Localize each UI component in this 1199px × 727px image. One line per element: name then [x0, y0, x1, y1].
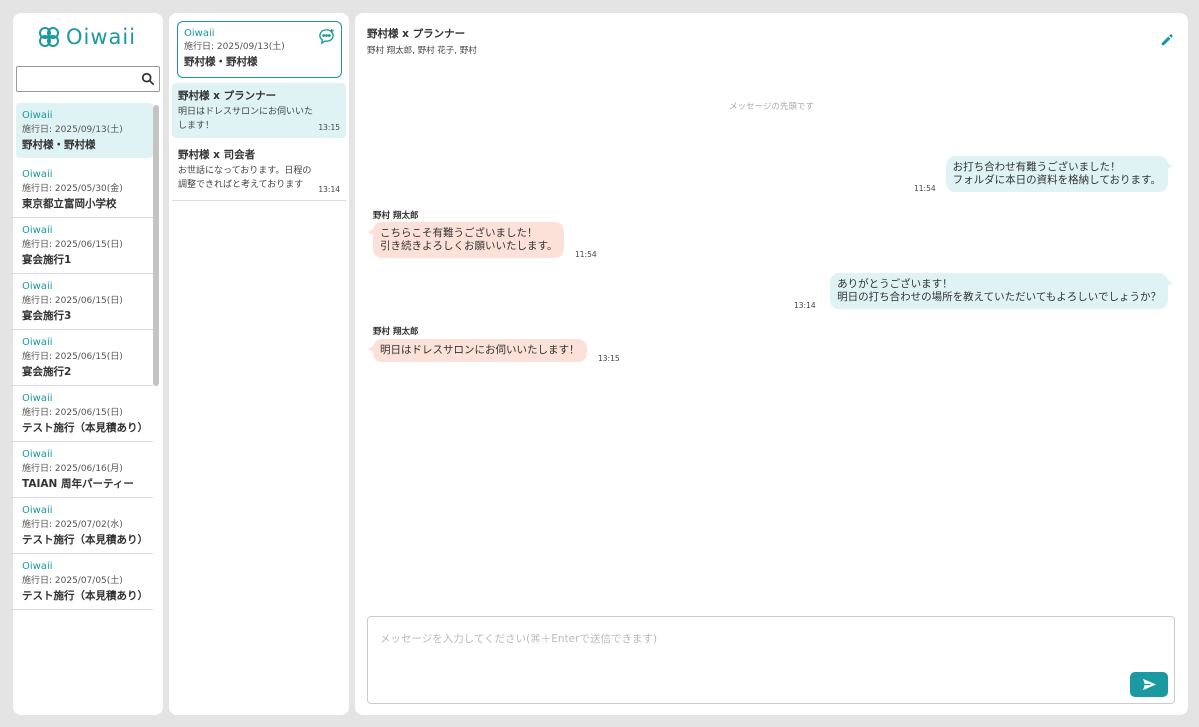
project-item[interactable]: Oiwaii 施行日: 2025/09/13(土) 野村様・野村様 — [16, 103, 153, 158]
group-org: Oiwaii — [184, 28, 215, 39]
room-title: 野村様 x プランナー — [178, 90, 277, 102]
project-org: Oiwaii — [22, 281, 53, 292]
message-bubble-incoming: こちらこそ有難うございました！ 引き続きよろしくお願いいたします。 — [367, 222, 565, 258]
message-line: ありがとうございます！ — [837, 278, 953, 290]
message-line: フォルダに本日の資料を格納しております。 — [952, 174, 1161, 186]
project-sidebar: Oiwaii Oiwaii 施行日: 2025/09/13(土) 野村様・野村様… — [13, 13, 163, 715]
project-org: Oiwaii — [22, 505, 53, 516]
message-line: 引き続きよろしくお願いいたします。 — [380, 240, 558, 252]
project-name: 東京都立富岡小学校 — [22, 198, 117, 210]
message-time: 11:54 — [575, 250, 597, 259]
send-icon — [1142, 678, 1156, 691]
message-bubble-outgoing: ありがとうございます！ 明日の打ち合わせの場所を教えていただいてもよろしいでしょ… — [830, 273, 1173, 309]
room-time: 13:14 — [318, 185, 340, 194]
project-org: Oiwaii — [22, 449, 53, 460]
project-date: 施行日: 2025/05/30(金) — [22, 184, 123, 194]
message-time: 13:14 — [794, 301, 816, 310]
project-item[interactable]: Oiwaii 施行日: 2025/06/15(日) 宴会施行1 — [13, 218, 153, 274]
logo-text: Oiwaii — [66, 25, 137, 49]
message-bubble-outgoing: お打ち合わせ有難うございました！ フォルダに本日の資料を格納しております。 — [945, 156, 1174, 192]
project-date: 施行日: 2025/06/15(日) — [22, 240, 123, 250]
project-item[interactable]: Oiwaii 施行日: 2025/07/02(水) テスト施行（本見積あり） — [13, 498, 153, 554]
project-org: Oiwaii — [22, 393, 53, 404]
chat-members: 野村 翔太郎, 野村 花子, 野村 — [367, 46, 477, 56]
project-org: Oiwaii — [22, 110, 53, 121]
project-name: 宴会施行1 — [22, 254, 72, 266]
project-name: 野村様・野村様 — [22, 139, 96, 151]
project-item[interactable]: Oiwaii 施行日: 2025/07/05(土) テスト施行（本見積あり） — [13, 554, 153, 610]
project-date: 施行日: 2025/07/05(土) — [22, 576, 123, 586]
selected-project-card[interactable]: Oiwaii 施行日: 2025/09/13(土) 野村様・野村様 — [177, 21, 342, 78]
search-input[interactable] — [17, 67, 135, 91]
project-org: Oiwaii — [22, 337, 53, 348]
project-date: 施行日: 2025/06/15(日) — [22, 296, 123, 306]
room-preview: お世話になっております。日程の調整できればと考えております — [178, 166, 312, 190]
message-composer — [367, 616, 1175, 704]
message-line: お打ち合わせ有難うございました！ — [952, 161, 1121, 173]
group-date: 施行日: 2025/09/13(土) — [184, 42, 285, 52]
project-date: 施行日: 2025/06/15(日) — [22, 408, 123, 418]
project-name: テスト施行（本見積あり） — [22, 534, 148, 546]
project-date: 施行日: 2025/09/13(土) — [22, 125, 123, 135]
message-time: 11:54 — [914, 184, 936, 193]
project-name: テスト施行（本見積あり） — [22, 590, 148, 602]
project-org: Oiwaii — [22, 225, 53, 236]
project-date: 施行日: 2025/06/15(日) — [22, 352, 123, 362]
chat-title: 野村様 x プランナー — [367, 28, 466, 40]
project-item[interactable]: Oiwaii 施行日: 2025/06/15(日) 宴会施行2 — [13, 330, 153, 386]
project-item[interactable]: Oiwaii 施行日: 2025/05/30(金) 東京都立富岡小学校 — [13, 162, 153, 218]
project-list-scrollbar[interactable] — [153, 105, 159, 386]
logo[interactable]: Oiwaii — [37, 25, 136, 49]
project-name: TAIAN 周年パーティー — [22, 478, 134, 490]
room-list: 野村様 x プランナー 明日はドレスサロンにお伺いいたします！ 13:15 野村… — [172, 83, 346, 201]
room-title: 野村様 x 司会者 — [178, 149, 256, 161]
message-line: こちらこそ有難うございました！ — [380, 227, 538, 239]
room-preview: 明日はドレスサロンにお伺いいたします！ — [178, 107, 314, 131]
message-bubble-incoming: 明日はドレスサロンにお伺いいたします！ — [368, 339, 587, 362]
project-item[interactable]: Oiwaii 施行日: 2025/06/16(月) TAIAN 周年パーティー — [13, 442, 153, 498]
room-sidebar: Oiwaii 施行日: 2025/09/13(土) 野村様・野村様 野村様 x … — [169, 13, 349, 715]
message-line: 明日はドレスサロンにお伺いいたします！ — [380, 344, 580, 356]
logo-mark-icon — [39, 27, 59, 47]
project-item[interactable]: Oiwaii 施行日: 2025/06/15(日) テスト施行（本見積あり） — [13, 386, 153, 442]
project-item[interactable]: Oiwaii 施行日: 2025/06/15(日) 宴会施行3 — [13, 274, 153, 330]
message-sender: 野村 翔太郎 — [373, 211, 419, 221]
message-start-label: メッセージの先頭です — [729, 102, 814, 112]
edit-icon[interactable] — [1160, 33, 1174, 47]
new-chat-icon[interactable] — [318, 28, 335, 45]
project-date: 施行日: 2025/06/16(月) — [22, 464, 123, 474]
group-name: 野村様・野村様 — [184, 56, 258, 68]
send-button[interactable] — [1130, 672, 1168, 697]
project-list: Oiwaii 施行日: 2025/09/13(土) 野村様・野村様 Oiwaii… — [13, 103, 153, 715]
project-name: テスト施行（本見積あり） — [22, 422, 148, 434]
project-date: 施行日: 2025/07/02(水) — [22, 520, 123, 530]
message-time: 13:15 — [598, 354, 620, 363]
chat-panel: 野村様 x プランナー 野村 翔太郎, 野村 花子, 野村 メッセージの先頭です… — [355, 13, 1188, 715]
project-org: Oiwaii — [22, 561, 53, 572]
message-sender: 野村 翔太郎 — [373, 327, 419, 337]
message-line: 明日の打ち合わせの場所を教えていただいてもよろしいでしょうか？ — [837, 291, 1161, 303]
room-item[interactable]: 野村様 x プランナー 明日はドレスサロンにお伺いいたします！ 13:15 — [172, 83, 346, 138]
message-input[interactable] — [368, 617, 1174, 667]
search-icon[interactable] — [141, 72, 155, 86]
project-org: Oiwaii — [22, 169, 53, 180]
room-time: 13:15 — [318, 123, 340, 132]
project-name: 宴会施行3 — [22, 310, 72, 322]
room-item[interactable]: 野村様 x 司会者 お世話になっております。日程の調整できればと考えております … — [172, 142, 346, 201]
project-name: 宴会施行2 — [22, 366, 72, 378]
project-search — [16, 66, 160, 92]
